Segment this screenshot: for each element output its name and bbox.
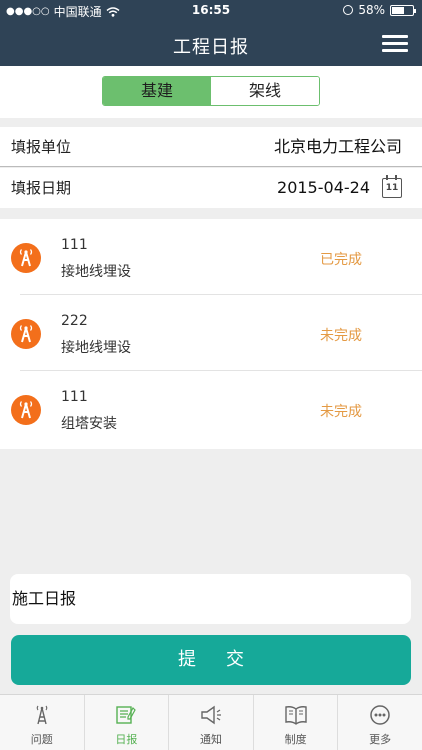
- task-status: 未完成: [320, 328, 362, 344]
- tower-icon: [11, 243, 41, 273]
- tab-more[interactable]: 更多: [338, 695, 422, 750]
- top-bar: ●●●○○ 中国联通 16:55 58% 工程日报: [0, 0, 422, 66]
- battery-percent: 58%: [358, 3, 385, 17]
- report-note-input[interactable]: 施工日报: [10, 574, 411, 624]
- segment-jiaxian[interactable]: 架线: [211, 77, 319, 105]
- report-icon: [116, 706, 137, 724]
- tab-bar: 问题 日报 通知 制度 更多: [0, 694, 422, 750]
- tab-label: 问题: [30, 733, 53, 746]
- segmented-control: 基建 架线: [102, 76, 320, 106]
- list-item[interactable]: 111 组塔安装 未完成: [0, 371, 422, 447]
- megaphone-icon: [201, 705, 221, 725]
- unit-value: 北京电力工程公司: [273, 137, 402, 156]
- task-name: 接地线埋设: [61, 264, 131, 280]
- list-item[interactable]: 222 接地线埋设 未完成: [0, 295, 422, 371]
- unit-row: 填报单位 北京电力工程公司: [0, 127, 422, 167]
- tab-issues[interactable]: 问题: [0, 695, 85, 750]
- rotation-lock-icon: [343, 5, 354, 15]
- page-title: 工程日报: [173, 37, 249, 58]
- list-item[interactable]: 111 接地线埋设 已完成: [0, 219, 422, 295]
- unit-label: 填报单位: [11, 138, 72, 156]
- date-row: 填报日期 2015-04-24 11: [0, 168, 422, 208]
- book-icon: [284, 706, 307, 725]
- task-status: 已完成: [320, 252, 362, 268]
- tower-icon: [11, 395, 41, 425]
- tab-label: 更多: [369, 733, 392, 746]
- tower-icon: [36, 705, 48, 725]
- tab-label: 日报: [115, 733, 138, 746]
- segment-bar: 基建 架线: [0, 66, 422, 118]
- task-name: 组塔安装: [61, 416, 117, 432]
- more-icon: [370, 705, 390, 725]
- menu-icon[interactable]: [382, 35, 408, 53]
- submit-button[interactable]: 提交: [11, 635, 411, 685]
- battery-icon: [390, 4, 416, 16]
- task-name: 接地线埋设: [61, 340, 131, 356]
- tab-daily-report[interactable]: 日报: [85, 695, 170, 750]
- task-code: 222: [61, 313, 88, 329]
- task-code: 111: [61, 237, 88, 253]
- calendar-icon[interactable]: 11: [382, 175, 402, 198]
- task-list: 111 接地线埋设 已完成 222 接地线埋设 未完成 111 组塔安装 未完成: [0, 219, 422, 449]
- tab-regulations[interactable]: 制度: [254, 695, 339, 750]
- tower-icon: [11, 319, 41, 349]
- date-value[interactable]: 2015-04-24: [277, 168, 370, 208]
- date-label: 填报日期: [11, 179, 72, 197]
- status-bar: ●●●○○ 中国联通 16:55 58%: [0, 0, 422, 22]
- tab-notices[interactable]: 通知: [169, 695, 254, 750]
- task-code: 111: [61, 389, 88, 405]
- task-status: 未完成: [320, 404, 362, 420]
- segment-jijian[interactable]: 基建: [103, 77, 211, 105]
- tab-label: 通知: [199, 733, 222, 746]
- tab-label: 制度: [284, 733, 307, 746]
